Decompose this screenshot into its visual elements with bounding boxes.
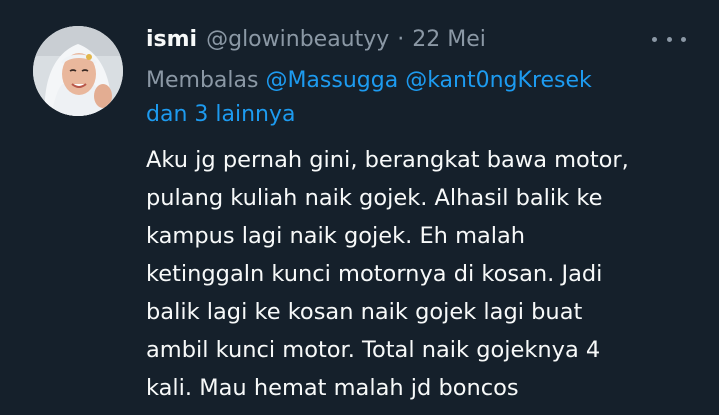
mention-link[interactable]: @kant0ngKresek <box>405 68 592 93</box>
more-horizontal-icon-dot <box>681 36 686 42</box>
avatar[interactable] <box>33 26 123 116</box>
reply-context: Membalas @Massugga @kant0ngKresek dan 3 … <box>146 64 686 132</box>
more-horizontal-icon-dot <box>666 36 672 42</box>
more-horizontal-icon-dot <box>652 36 657 42</box>
reply-others-link[interactable]: dan 3 lainnya <box>146 102 295 127</box>
tweet-date[interactable]: 22 Mei <box>412 24 486 56</box>
mention-link[interactable]: @Massugga <box>265 68 398 93</box>
tweet-text-line: balik lagi ke kosan naik gojek lagi buat <box>146 299 583 325</box>
tweet-text-line: pulang kuliah naik gojek. Alhasil balik … <box>146 185 603 211</box>
tweet-text-line: ambil kunci motor. Total naik gojeknya 4 <box>146 337 601 363</box>
tweet-text-line: kali. Mau hemat malah jd boncos <box>146 375 519 401</box>
more-options-button[interactable] <box>652 27 686 51</box>
tweet: ismi @glowinbeautyy · 22 Mei Membalas @M… <box>0 0 719 415</box>
tweet-text-line: ketinggaln kunci motornya di kosan. Jadi <box>146 261 603 287</box>
tweet-text: Aku jg pernah gini, berangkat bawa motor… <box>146 141 706 407</box>
reply-prefix: Membalas <box>146 68 259 93</box>
author-name[interactable]: ismi <box>146 24 197 56</box>
author-handle[interactable]: @glowinbeautyy <box>206 24 389 56</box>
avatar-image <box>33 26 123 116</box>
tweet-text-line: kampus lagi naik gojek. Eh malah <box>146 223 526 249</box>
tweet-header: ismi @glowinbeautyy · 22 Mei <box>146 24 486 56</box>
tweet-text-line: Aku jg pernah gini, berangkat bawa motor… <box>146 147 629 173</box>
separator-dot: · <box>397 27 405 52</box>
